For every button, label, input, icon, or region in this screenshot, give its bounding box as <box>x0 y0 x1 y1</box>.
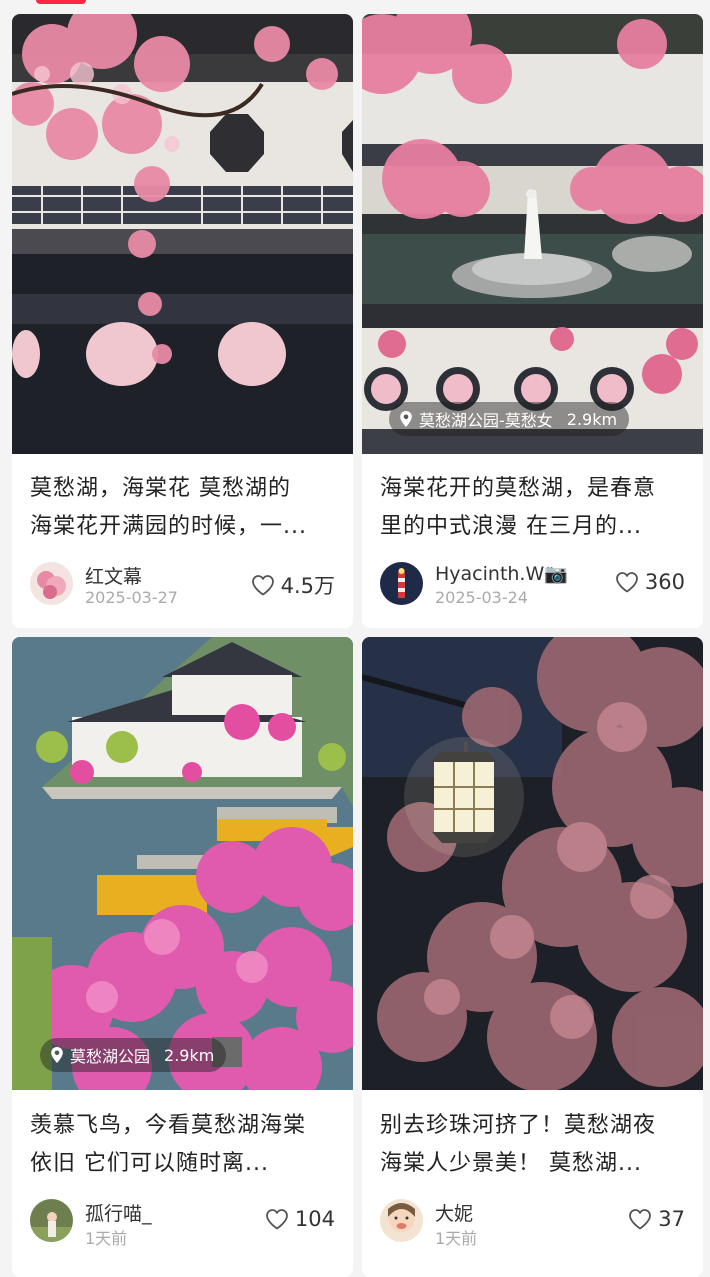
post-card-1[interactable]: 莫愁湖，海棠花 莫愁湖的 海棠花开满园的时候，一... 红文幕 2025-03-… <box>12 14 353 628</box>
post-date: 1天前 <box>85 1229 128 1248</box>
heart-icon <box>251 575 274 596</box>
post-title[interactable]: 莫愁湖，海棠花 莫愁湖的 海棠花开满园的时候，一... <box>30 470 339 546</box>
avatar[interactable] <box>30 1199 73 1242</box>
like-count: 4.5万 <box>280 574 335 598</box>
post-meta: 大妮 1天前 37 <box>380 1199 685 1248</box>
location-pin-icon <box>400 411 412 427</box>
post-date: 2025-03-24 <box>435 588 528 607</box>
post-title[interactable]: 羡慕飞鸟，今看莫愁湖海棠 依旧 它们可以随时离... <box>30 1107 339 1183</box>
post-title[interactable]: 海棠花开的莫愁湖，是春意 里的中式浪漫 在三月的... <box>380 470 689 546</box>
post-meta: 红文幕 2025-03-27 4.5万 <box>30 562 335 607</box>
location-name: 莫愁湖公园 <box>70 1047 151 1066</box>
post-cover-image[interactable] <box>362 637 703 1090</box>
post-card-3[interactable]: 莫愁湖公园 2.9km 羡慕飞鸟，今看莫愁湖海棠 依旧 它们可以随时离... 孤… <box>12 637 353 1277</box>
post-date: 1天前 <box>435 1229 478 1248</box>
post-title-line-1: 羡慕飞鸟，今看莫愁湖海棠 <box>30 1113 307 1138</box>
post-cover-image[interactable] <box>12 14 353 454</box>
post-meta: 孤行喵_ 1天前 104 <box>30 1199 335 1248</box>
post-title-line-1: 莫愁湖，海棠花 莫愁湖的 <box>30 476 291 501</box>
like-button[interactable]: 4.5万 <box>251 570 335 600</box>
location-name: 莫愁湖公园-莫愁女 <box>419 411 553 430</box>
avatar[interactable] <box>30 562 73 605</box>
post-title-line-2: 里的中式浪漫 在三月的... <box>380 514 642 539</box>
post-card-2[interactable]: 莫愁湖公园-莫愁女 2.9km 海棠花开的莫愁湖，是春意 里的中式浪漫 在三月的… <box>362 14 703 628</box>
post-title-line-2: 依旧 它们可以随时离... <box>30 1151 269 1176</box>
like-count: 104 <box>294 1207 335 1231</box>
post-title-line-1: 海棠花开的莫愁湖，是春意 <box>380 476 657 501</box>
like-count: 37 <box>658 1207 685 1231</box>
heart-icon <box>616 572 638 593</box>
post-title-line-1: 别去珍珠河挤了！莫愁湖夜 <box>380 1113 657 1138</box>
post-title[interactable]: 别去珍珠河挤了！莫愁湖夜 海棠人少景美！ 莫愁湖... <box>380 1107 689 1183</box>
like-button[interactable]: 104 <box>265 1207 335 1231</box>
location-distance: 2.9km <box>566 409 618 429</box>
like-count: 360 <box>644 570 685 594</box>
post-card-4[interactable]: 别去珍珠河挤了！莫愁湖夜 海棠人少景美！ 莫愁湖... 大妮 1天前 37 <box>362 637 703 1277</box>
location-distance: 2.9km <box>164 1045 215 1065</box>
author-name[interactable]: 大妮 <box>435 1199 473 1226</box>
post-title-line-2: 海棠花开满园的时候，一... <box>30 514 307 539</box>
post-date: 2025-03-27 <box>85 588 178 607</box>
location-tag[interactable]: 莫愁湖公园 2.9km <box>40 1038 227 1072</box>
like-button[interactable]: 360 <box>615 570 685 594</box>
heart-icon <box>629 1209 652 1230</box>
post-cover-image[interactable]: 莫愁湖公园 2.9km <box>12 637 353 1090</box>
avatar[interactable] <box>380 1199 423 1242</box>
avatar[interactable] <box>380 562 423 605</box>
heart-icon <box>266 1209 288 1230</box>
post-meta: Hyacinth.W📷 2025-03-24 360 <box>380 562 685 607</box>
author-name[interactable]: 孤行喵_ <box>85 1199 152 1226</box>
location-pin-icon <box>51 1047 63 1063</box>
author-name[interactable]: 红文幕 <box>85 562 142 589</box>
tab-indicator <box>36 0 86 4</box>
post-title-line-2: 海棠人少景美！ 莫愁湖... <box>380 1151 642 1176</box>
author-name[interactable]: Hyacinth.W📷 <box>435 562 568 585</box>
post-cover-image[interactable]: 莫愁湖公园-莫愁女 2.9km <box>362 14 703 454</box>
like-button[interactable]: 37 <box>628 1207 685 1231</box>
location-tag[interactable]: 莫愁湖公园-莫愁女 2.9km <box>389 402 630 436</box>
